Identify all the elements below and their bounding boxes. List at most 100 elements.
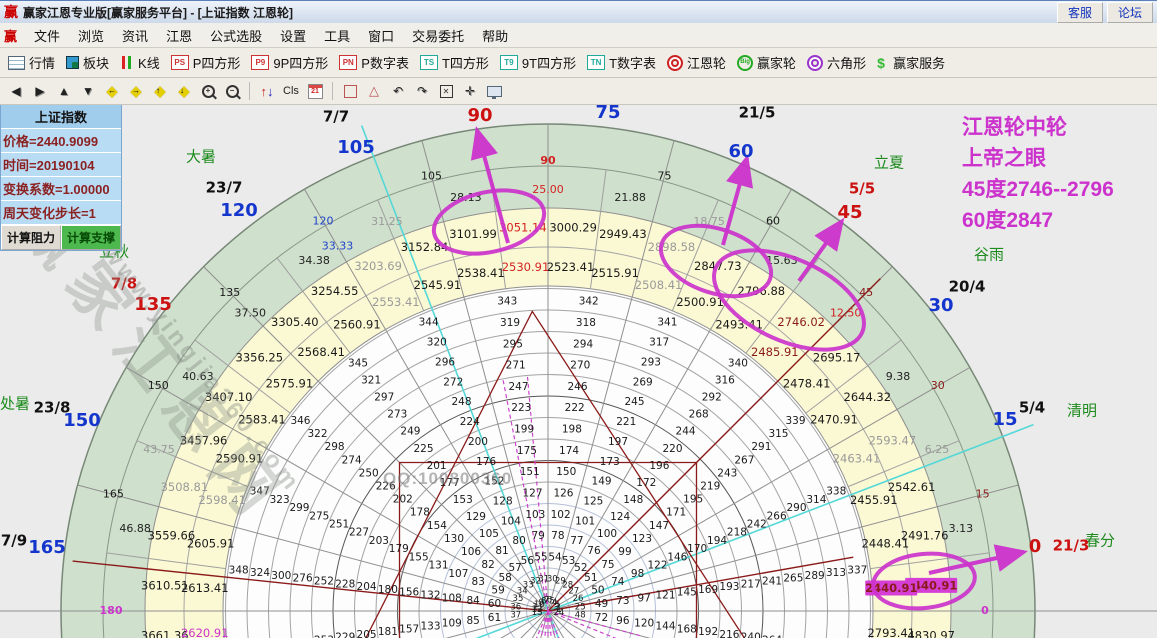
toolbar-button-赢家轮[interactable]: Big 赢家轮 xyxy=(733,51,803,74)
toolbar-button-板块[interactable]: 板块 xyxy=(62,51,116,74)
toolbar-button-P四方形[interactable]: PS P四方形 xyxy=(167,51,248,74)
wheel-label: 37.50 xyxy=(235,306,267,319)
wheel-label: 275 xyxy=(309,510,329,522)
menu-item-3[interactable]: 江恩 xyxy=(157,24,201,47)
diam-left-button[interactable]: ◆ ← xyxy=(100,80,124,102)
wheel-label: 226 xyxy=(376,481,396,493)
wheel-label: 2463.41 xyxy=(833,451,881,465)
rim-label: 立夏 xyxy=(874,154,904,172)
wheel-label: 316 xyxy=(715,375,735,387)
menu-item-1[interactable]: 浏览 xyxy=(69,24,113,47)
tri-down-button[interactable]: ▼ xyxy=(76,80,100,102)
toolbar-button-T数字表[interactable]: TN T数字表 xyxy=(583,51,663,74)
wheel-label: 123 xyxy=(632,533,652,545)
badge-teal: TS xyxy=(419,55,438,70)
calc-support-button[interactable]: 计算支撑 xyxy=(61,225,121,250)
toolbar-button-行情[interactable]: 行情 xyxy=(4,51,62,74)
diam-up-button[interactable]: ◆ ↑ xyxy=(148,80,172,102)
toolbar-button-9T四方形[interactable]: T9 9T四方形 xyxy=(496,51,583,74)
wheel-label: 2949.43 xyxy=(599,227,647,241)
center-tool-button[interactable]: ✛ xyxy=(458,80,482,102)
forum-button[interactable]: 论坛 xyxy=(1106,1,1153,23)
wheel-label: 244 xyxy=(676,426,696,438)
menu-item-0[interactable]: 文件 xyxy=(25,24,69,47)
toolbar-label: 六角形 xyxy=(827,56,867,71)
box-x-icon: ✕ xyxy=(439,84,453,98)
wheel-label: 2553.41 xyxy=(372,295,420,309)
menu-item-7[interactable]: 窗口 xyxy=(359,24,403,47)
wheel-label: 3356.25 xyxy=(236,350,284,364)
calc-resistance-button[interactable]: 计算阻力 xyxy=(1,225,61,250)
app-logo-icon: 赢 xyxy=(4,4,18,20)
box-x-button[interactable]: ✕ xyxy=(434,80,458,102)
wheel-label: 150 xyxy=(148,379,169,392)
zoom-in-button[interactable]: + xyxy=(196,80,220,102)
toolbar-button-六角形[interactable]: 六角形 xyxy=(803,51,873,74)
toolbar-button-K线[interactable]: K线 xyxy=(116,51,167,74)
wheel-label: 2620.91 xyxy=(181,626,229,638)
display-button[interactable] xyxy=(482,80,506,102)
rotate-ccw-button[interactable]: ↶ xyxy=(386,80,410,102)
toolbar-button-P数字表[interactable]: PN P数字表 xyxy=(335,51,416,74)
wheel-label: 175 xyxy=(517,445,537,457)
wheel-label: 296 xyxy=(435,356,455,368)
menu-item-4[interactable]: 公式选股 xyxy=(201,24,271,47)
toolbar-label: 赢家服务 xyxy=(893,56,946,71)
wheel-label: 205 xyxy=(357,629,377,638)
wheel-label: 165 xyxy=(103,488,124,501)
rim-label: 105 xyxy=(337,137,375,158)
wheel-label: 197 xyxy=(608,436,628,448)
customer-service-button[interactable]: 客服 xyxy=(1056,1,1103,23)
tri-down-icon: ▼ xyxy=(82,84,94,98)
toolbar-separator xyxy=(332,82,333,100)
menu-bar: 赢 文件 浏览 资讯 江恩 公式选股 设置 工具 窗口 交易委托 帮助 xyxy=(0,23,1157,48)
wheel-label: 2478.41 xyxy=(783,377,831,391)
diam-down-icon: ◆ ↓ xyxy=(178,83,190,100)
diam-left-icon: ◆ ← xyxy=(106,83,118,100)
rotate-cw-button[interactable]: ↷ xyxy=(410,80,434,102)
wheel-label: 221 xyxy=(616,416,636,428)
toolbar-button-赢家服务[interactable]: $ 赢家服务 xyxy=(873,51,952,74)
menu-item-6[interactable]: 工具 xyxy=(315,24,359,47)
rect-tool-button[interactable] xyxy=(338,80,362,102)
toolbar-button-T四方形[interactable]: TS T四方形 xyxy=(416,51,496,74)
wheel-label: 84 xyxy=(466,595,480,607)
zoom-out-button[interactable]: − xyxy=(220,80,244,102)
toolbar-label: 行情 xyxy=(29,56,56,71)
wheel-label: 180 xyxy=(378,584,398,596)
wheel-label: 154 xyxy=(427,520,447,532)
wheel-label: 265 xyxy=(783,573,803,585)
wheel-label: 224 xyxy=(460,416,480,428)
cls-button[interactable]: Cls xyxy=(279,80,303,102)
annotation-line: 上帝之眼 xyxy=(962,147,1046,170)
rim-label: 0 xyxy=(1029,536,1042,557)
wheel-label: 2508.41 xyxy=(635,278,683,292)
tri-tool-button[interactable]: △ xyxy=(362,80,386,102)
rim-label: 23/7 xyxy=(206,179,243,197)
tri-right-button[interactable]: ▶ xyxy=(28,80,52,102)
menu-item-5[interactable]: 设置 xyxy=(271,24,315,47)
rim-label: 15 xyxy=(992,409,1017,430)
wheel-label: 348 xyxy=(229,564,249,576)
menu-item-2[interactable]: 资讯 xyxy=(113,24,157,47)
wheel-label: 227 xyxy=(349,527,369,539)
tri-left-button[interactable]: ◀ xyxy=(4,80,28,102)
diam-down-button[interactable]: ◆ ↓ xyxy=(172,80,196,102)
wheel-label: 2583.41 xyxy=(238,412,286,426)
tri-up-button[interactable]: ▲ xyxy=(52,80,76,102)
calendar-button[interactable]: 21 xyxy=(303,80,327,102)
wheel-label: 322 xyxy=(308,428,328,440)
rim-label: 21/3 xyxy=(1053,537,1090,555)
menu-item-9[interactable]: 帮助 xyxy=(473,24,517,47)
updown-button[interactable]: ↑↓ xyxy=(255,80,279,102)
rim-label: 5/5 xyxy=(849,180,875,198)
wheel-label: 2793.41 xyxy=(867,626,915,638)
diam-right-button[interactable]: ◆ → xyxy=(124,80,148,102)
menu-item-8[interactable]: 交易委托 xyxy=(403,24,473,47)
toolbar-button-9P四方形[interactable]: P9 9P四方形 xyxy=(247,51,335,74)
wheel-label: 201 xyxy=(427,460,447,472)
toolbar-button-江恩轮[interactable]: 江恩轮 xyxy=(663,51,733,74)
wheel-label: 200 xyxy=(468,436,488,448)
wheel-label: 294 xyxy=(573,338,593,350)
wheel-label: 219 xyxy=(700,481,720,493)
